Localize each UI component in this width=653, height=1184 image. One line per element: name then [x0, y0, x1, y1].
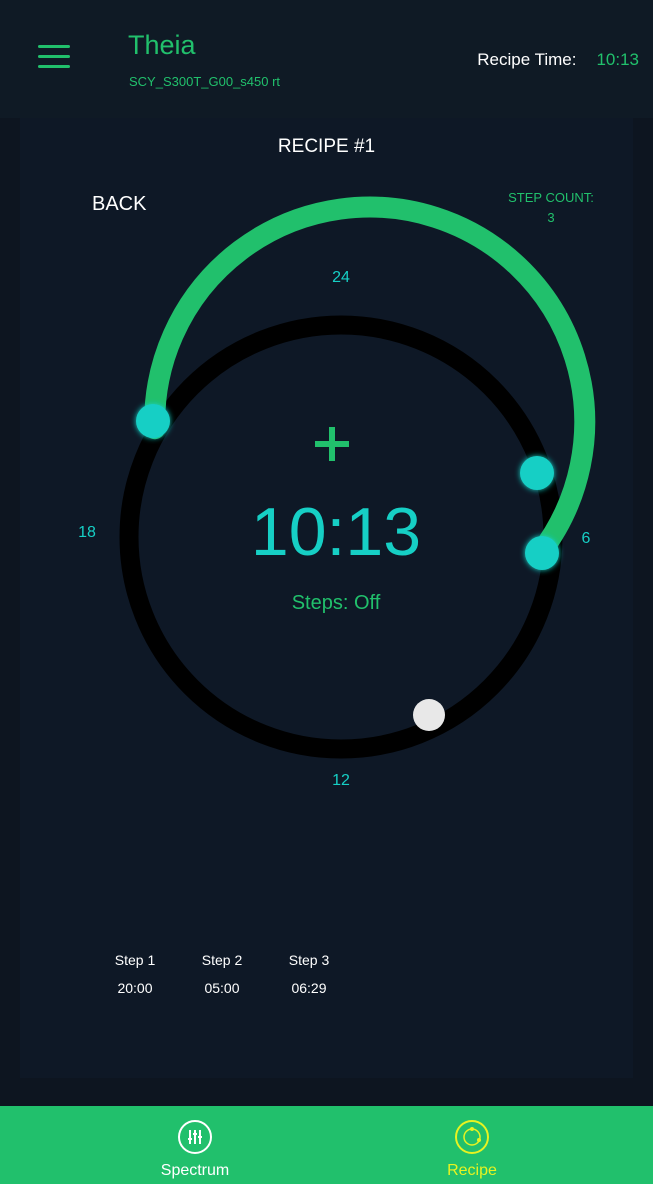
app-header: Theia SCY_S300T_G00_s450 rt Recipe Time:… [0, 0, 653, 118]
dial-label-18: 18 [78, 524, 96, 541]
nav-spectrum[interactable]: Spectrum [115, 1106, 275, 1184]
dial-label-12: 12 [332, 772, 350, 789]
step-time: 06:29 [291, 980, 327, 996]
hamburger-menu-icon[interactable] [38, 45, 70, 69]
recipe-panel: RECIPE #1 BACK STEP COUNT: 3 24 6 12 18 … [20, 118, 633, 1078]
recipe-time-label: Recipe Time: [477, 50, 577, 69]
dial-label-24: 24 [332, 269, 350, 286]
nav-recipe[interactable]: Recipe [392, 1106, 552, 1184]
step-handle-2[interactable] [520, 456, 554, 490]
step-item[interactable]: Step 2 05:00 [177, 946, 267, 1002]
nav-recipe-label: Recipe [447, 1162, 497, 1179]
step-time: 20:00 [117, 980, 153, 996]
step-handle-1[interactable] [136, 404, 170, 438]
nav-spectrum-label: Spectrum [160, 1162, 230, 1179]
add-step-button[interactable] [312, 425, 352, 465]
bottom-navigation: Spectrum Recipe [0, 1106, 653, 1184]
center-time: 10:13 [251, 494, 421, 570]
steps-status: Steps: Off [292, 592, 381, 614]
circular-dial-icon [455, 1120, 489, 1154]
step-item[interactable]: Step 3 06:29 [264, 946, 354, 1002]
current-time-marker[interactable] [413, 699, 445, 731]
step-label: Step 2 [201, 952, 243, 968]
steps-list: Step 1 20:00 Step 2 05:00 Step 3 06:29 [90, 946, 351, 1002]
step-handle-3[interactable] [525, 536, 559, 570]
sliders-icon [178, 1120, 212, 1154]
recipe-time-value: 10:13 [596, 50, 639, 69]
recipe-time: Recipe Time: 10:13 [477, 50, 639, 70]
app-title: Theia [128, 30, 196, 60]
step-label: Step 1 [114, 952, 156, 968]
recipe-dial[interactable]: 24 6 12 18 10:13 Steps: Off [20, 118, 633, 818]
step-item[interactable]: Step 1 20:00 [90, 946, 180, 1002]
step-time: 05:00 [204, 980, 240, 996]
step-label: Step 3 [288, 952, 330, 968]
dial-label-6: 6 [582, 530, 591, 547]
device-name: SCY_S300T_G00_s450 rt [129, 74, 281, 89]
